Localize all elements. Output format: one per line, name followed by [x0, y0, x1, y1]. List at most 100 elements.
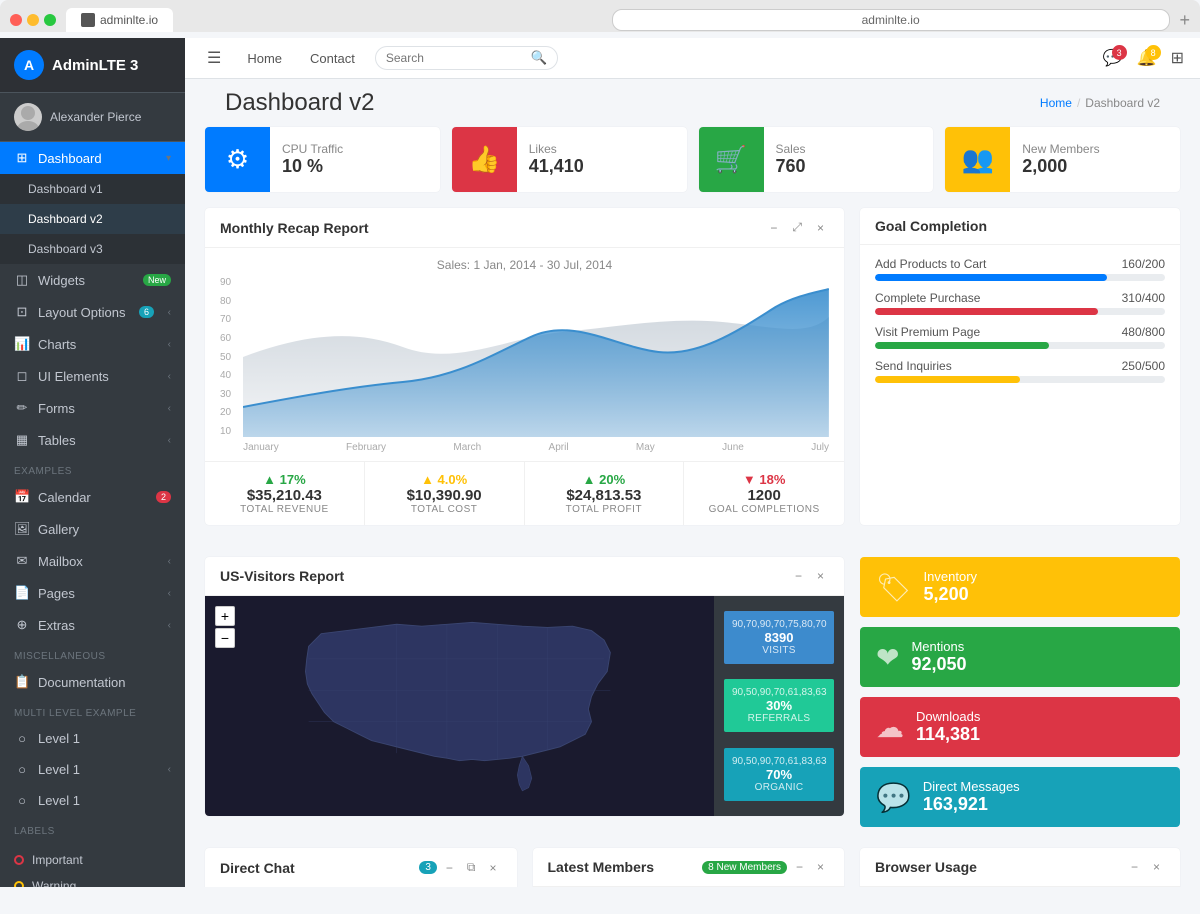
members-value: 2,000 — [1022, 156, 1099, 177]
progress-fill-1 — [875, 308, 1098, 315]
revenue-value: $35,210.43 — [220, 487, 349, 504]
map-tools: − × — [790, 567, 829, 585]
sidebar-item-charts[interactable]: 📊 Charts ‹ — [0, 328, 185, 360]
goal-item-1: Complete Purchase 310/400 — [875, 291, 1165, 315]
maximize-dot[interactable] — [44, 14, 56, 26]
expand-btn[interactable]: ⤢ — [787, 218, 807, 237]
monthly-card-header: Monthly Recap Report − ⤢ × — [205, 208, 844, 248]
search-input[interactable] — [386, 51, 526, 65]
browser-tab[interactable]: adminlte.io — [66, 8, 173, 32]
sidebar-item-level1a[interactable]: ○ Level 1 — [0, 723, 185, 754]
browser-close-btn[interactable]: × — [1148, 858, 1165, 876]
notifications-button[interactable]: 🔔 8 — [1137, 48, 1157, 68]
browser-usage-card: Browser Usage − × — [860, 848, 1180, 887]
level1b-arrow: ‹ — [168, 764, 171, 775]
content-header: Dashboard v2 Home / Dashboard v2 — [205, 79, 1180, 127]
layout-icon: ⊡ — [14, 304, 30, 320]
progress-1 — [875, 308, 1165, 315]
sidebar-user: Alexander Pierce — [0, 93, 185, 142]
members-close-btn[interactable]: × — [812, 858, 829, 876]
profit-value: $24,813.53 — [540, 487, 669, 504]
multi-label: MULTI LEVEL EXAMPLE — [0, 698, 185, 723]
sidebar-item-level1c[interactable]: ○ Level 1 — [0, 785, 185, 816]
level1a-icon: ○ — [14, 731, 30, 746]
stats-row: ▲ 17% $35,210.43 TOTAL REVENUE ▲ 4.0% $1… — [205, 461, 844, 525]
goals-percent: ▼ 18% — [699, 472, 829, 487]
dash-v2-label: Dashboard v2 — [28, 212, 103, 226]
zoom-in-button[interactable]: + — [215, 606, 235, 626]
tables-label: Tables — [38, 433, 76, 448]
address-bar[interactable]: adminlte.io — [612, 9, 1170, 31]
browser-titlebar: adminlte.io adminlte.io + — [10, 8, 1190, 32]
progress-fill-2 — [875, 342, 1049, 349]
ui-label: UI Elements — [38, 369, 109, 384]
label-important[interactable]: Important — [0, 847, 185, 873]
sidebar-item-calendar[interactable]: 📅 Calendar 2 — [0, 481, 185, 513]
chat-copy-btn[interactable]: ⧉ — [462, 858, 481, 877]
sidebar-nav: ⊞ Dashboard ▾ Dashboard v1 Dashboard v2 … — [0, 142, 185, 887]
minimize-dot[interactable] — [27, 14, 39, 26]
browser-card-header: Browser Usage − × — [860, 848, 1180, 887]
label-warning[interactable]: Warning — [0, 873, 185, 887]
chat-minimize-btn[interactable]: − — [441, 859, 458, 877]
mini-card-inventory: 🏷 Inventory 5,200 — [860, 557, 1180, 617]
sidebar-item-pages[interactable]: 📄 Pages ‹ — [0, 577, 185, 609]
messages-button[interactable]: 💬 3 — [1103, 48, 1123, 68]
browser-minimize-btn[interactable]: − — [1126, 858, 1143, 876]
members-minimize-btn[interactable]: − — [791, 858, 808, 876]
sidebar-item-mailbox[interactable]: ✉ Mailbox ‹ — [0, 545, 185, 577]
sidebar-item-dashboard-v3[interactable]: Dashboard v3 — [0, 234, 185, 264]
user-avatar — [14, 103, 42, 131]
mailbox-label: Mailbox — [38, 554, 83, 569]
navbar-right: 💬 3 🔔 8 ⊞ — [1103, 48, 1184, 68]
sidebar-item-level1b[interactable]: ○ Level 1 ‹ — [0, 754, 185, 785]
level1b-label: Level 1 — [38, 762, 80, 777]
tables-arrow: ‹ — [168, 435, 171, 446]
progress-fill-0 — [875, 274, 1107, 281]
examples-label: EXAMPLES — [0, 456, 185, 481]
dash-v1-label: Dashboard v1 — [28, 182, 103, 196]
goal-name-3: Send Inquiries — [875, 359, 952, 373]
map-close-btn[interactable]: × — [812, 567, 829, 585]
contact-link[interactable]: Contact — [302, 47, 363, 70]
monthly-section: Monthly Recap Report − ⤢ × Sales: 1 Jan,… — [205, 208, 1180, 541]
breadcrumb-home[interactable]: Home — [1040, 96, 1072, 110]
label-important-text: Important — [32, 853, 83, 867]
sidebar-item-documentation[interactable]: 📋 Documentation — [0, 666, 185, 698]
goal-card-body: Add Products to Cart 160/200 Complete Pu… — [860, 245, 1180, 405]
mini-cards: 🏷 Inventory 5,200 ❤ Mentions 92,050 — [860, 557, 1180, 832]
y-axis: 908070605040302010 — [220, 277, 235, 437]
chat-close-btn[interactable]: × — [484, 859, 501, 877]
goals-label: GOAL COMPLETIONS — [699, 504, 829, 515]
minimize-btn[interactable]: − — [765, 219, 782, 237]
sidebar-item-ui[interactable]: ◻ UI Elements ‹ — [0, 360, 185, 392]
sidebar-item-forms[interactable]: ✏ Forms ‹ — [0, 392, 185, 424]
sidebar-item-dashboard[interactable]: ⊞ Dashboard ▾ — [0, 142, 185, 174]
lower-section: Direct Chat 3 − ⧉ × — [205, 848, 1180, 887]
extras-icon: ⊕ — [14, 617, 30, 633]
cpu-icon-box: ⚙ — [205, 127, 270, 192]
close-dot[interactable] — [10, 14, 22, 26]
map-minimize-btn[interactable]: − — [790, 567, 807, 585]
sidebar-item-layout[interactable]: ⊡ Layout Options 6 ‹ — [0, 296, 185, 328]
docs-icon: 📋 — [14, 674, 30, 690]
search-button[interactable]: 🔍 — [531, 50, 548, 66]
mentions-value: 92,050 — [911, 654, 966, 675]
sidebar-item-extras[interactable]: ⊕ Extras ‹ — [0, 609, 185, 641]
mailbox-icon: ✉ — [14, 553, 30, 569]
sidebar-item-dashboard-v1[interactable]: Dashboard v1 — [0, 174, 185, 204]
close-btn[interactable]: × — [812, 219, 829, 237]
sidebar-item-dashboard-v2[interactable]: Dashboard v2 — [0, 204, 185, 234]
misc-label: MISCELLANEOUS — [0, 641, 185, 666]
zoom-out-button[interactable]: − — [215, 628, 235, 648]
apps-button[interactable]: ⊞ — [1171, 48, 1184, 68]
labels-label: LABELS — [0, 816, 185, 841]
new-tab-button[interactable]: + — [1180, 10, 1191, 31]
home-link[interactable]: Home — [239, 47, 290, 70]
sidebar-item-gallery[interactable]: 🖼 Gallery — [0, 513, 185, 545]
extras-arrow: ‹ — [168, 620, 171, 631]
sidebar-item-tables[interactable]: ▦ Tables ‹ — [0, 424, 185, 456]
navbar-toggler[interactable]: ☰ — [201, 46, 227, 70]
cost-label: TOTAL COST — [380, 504, 509, 515]
sidebar-item-widgets[interactable]: ◫ Widgets New — [0, 264, 185, 296]
